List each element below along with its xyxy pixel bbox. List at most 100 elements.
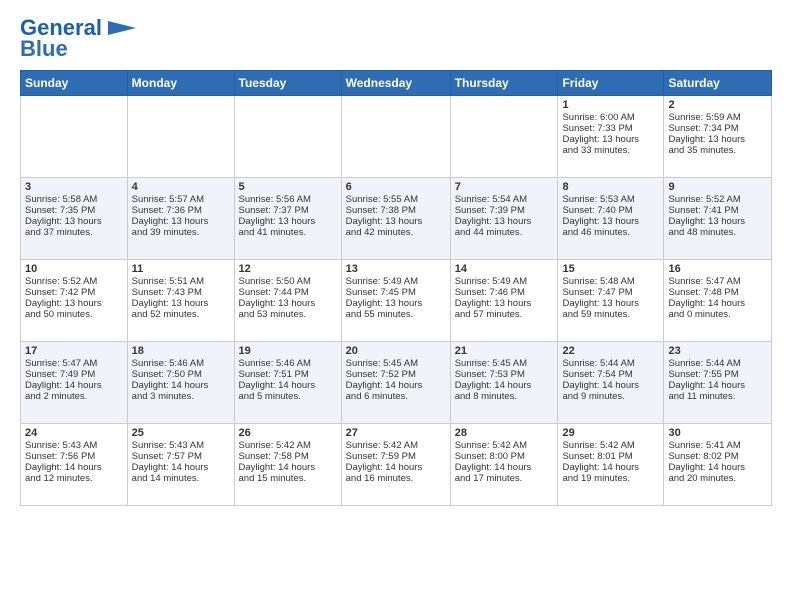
day-info: Sunrise: 5:51 AM [132,276,230,287]
day-info: Daylight: 14 hours [25,462,123,473]
day-number: 5 [239,181,337,193]
day-number: 19 [239,345,337,357]
day-info: Sunset: 7:59 PM [346,451,446,462]
day-info: Sunset: 7:55 PM [668,369,767,380]
day-info: Daylight: 13 hours [25,216,123,227]
day-info: Sunset: 8:02 PM [668,451,767,462]
day-info: Sunrise: 5:42 AM [346,440,446,451]
day-info: Sunrise: 5:45 AM [455,358,554,369]
day-info: Sunrise: 5:47 AM [668,276,767,287]
day-info: Daylight: 14 hours [25,380,123,391]
day-info: Sunrise: 5:50 AM [239,276,337,287]
calendar-cell-2-0: 10Sunrise: 5:52 AMSunset: 7:42 PMDayligh… [21,260,128,342]
day-info: and 15 minutes. [239,473,337,484]
day-number: 17 [25,345,123,357]
calendar-header-row: SundayMondayTuesdayWednesdayThursdayFrid… [21,71,772,96]
calendar-cell-3-2: 19Sunrise: 5:46 AMSunset: 7:51 PMDayligh… [234,342,341,424]
day-info: Sunset: 7:56 PM [25,451,123,462]
day-number: 7 [455,181,554,193]
calendar-week-4: 24Sunrise: 5:43 AMSunset: 7:56 PMDayligh… [21,424,772,506]
day-info: and 41 minutes. [239,227,337,238]
day-info: Sunset: 7:45 PM [346,287,446,298]
day-info: Sunrise: 5:53 AM [562,194,659,205]
day-number: 28 [455,427,554,439]
day-info: and 57 minutes. [455,309,554,320]
day-info: Daylight: 14 hours [562,462,659,473]
day-number: 9 [668,181,767,193]
day-info: and 19 minutes. [562,473,659,484]
day-number: 14 [455,263,554,275]
day-info: and 46 minutes. [562,227,659,238]
day-info: Daylight: 14 hours [239,462,337,473]
calendar-cell-0-2 [234,96,341,178]
page: General Blue SundayMondayTuesdayWednesda… [0,0,792,516]
day-info: Daylight: 13 hours [455,298,554,309]
calendar-week-2: 10Sunrise: 5:52 AMSunset: 7:42 PMDayligh… [21,260,772,342]
day-number: 22 [562,345,659,357]
day-info: Sunrise: 5:57 AM [132,194,230,205]
day-info: Sunset: 7:36 PM [132,205,230,216]
day-info: and 52 minutes. [132,309,230,320]
day-info: Daylight: 14 hours [668,298,767,309]
day-info: Daylight: 13 hours [562,134,659,145]
day-info: Sunset: 8:01 PM [562,451,659,462]
day-info: Sunrise: 5:49 AM [455,276,554,287]
day-info: Sunset: 7:53 PM [455,369,554,380]
calendar-cell-3-6: 23Sunrise: 5:44 AMSunset: 7:55 PMDayligh… [664,342,772,424]
calendar-cell-2-4: 14Sunrise: 5:49 AMSunset: 7:46 PMDayligh… [450,260,558,342]
day-info: and 20 minutes. [668,473,767,484]
day-number: 12 [239,263,337,275]
day-info: Sunset: 7:38 PM [346,205,446,216]
day-info: Sunset: 7:34 PM [668,123,767,134]
day-info: Daylight: 13 hours [132,298,230,309]
calendar-cell-1-6: 9Sunrise: 5:52 AMSunset: 7:41 PMDaylight… [664,178,772,260]
day-info: Sunset: 7:43 PM [132,287,230,298]
day-info: Sunrise: 5:59 AM [668,112,767,123]
day-info: Daylight: 13 hours [132,216,230,227]
calendar-cell-3-5: 22Sunrise: 5:44 AMSunset: 7:54 PMDayligh… [558,342,664,424]
calendar-cell-3-0: 17Sunrise: 5:47 AMSunset: 7:49 PMDayligh… [21,342,128,424]
day-info: and 16 minutes. [346,473,446,484]
calendar-header-tuesday: Tuesday [234,71,341,96]
day-info: Sunrise: 5:54 AM [455,194,554,205]
day-info: Sunset: 7:58 PM [239,451,337,462]
day-info: and 35 minutes. [668,145,767,156]
day-number: 11 [132,263,230,275]
day-number: 13 [346,263,446,275]
day-info: Daylight: 14 hours [346,380,446,391]
day-number: 3 [25,181,123,193]
day-number: 18 [132,345,230,357]
day-number: 24 [25,427,123,439]
day-info: Sunrise: 5:42 AM [562,440,659,451]
calendar-week-1: 3Sunrise: 5:58 AMSunset: 7:35 PMDaylight… [21,178,772,260]
day-info: Sunrise: 5:55 AM [346,194,446,205]
day-info: Sunset: 7:47 PM [562,287,659,298]
day-info: Sunrise: 6:00 AM [562,112,659,123]
day-info: and 33 minutes. [562,145,659,156]
day-info: Sunrise: 5:42 AM [239,440,337,451]
day-info: Daylight: 13 hours [668,134,767,145]
calendar-cell-2-5: 15Sunrise: 5:48 AMSunset: 7:47 PMDayligh… [558,260,664,342]
calendar-cell-1-1: 4Sunrise: 5:57 AMSunset: 7:36 PMDaylight… [127,178,234,260]
calendar-cell-4-3: 27Sunrise: 5:42 AMSunset: 7:59 PMDayligh… [341,424,450,506]
day-info: and 12 minutes. [25,473,123,484]
calendar-cell-1-5: 8Sunrise: 5:53 AMSunset: 7:40 PMDaylight… [558,178,664,260]
calendar-cell-4-2: 26Sunrise: 5:42 AMSunset: 7:58 PMDayligh… [234,424,341,506]
day-info: Sunset: 8:00 PM [455,451,554,462]
day-number: 30 [668,427,767,439]
day-number: 25 [132,427,230,439]
calendar-cell-0-6: 2Sunrise: 5:59 AMSunset: 7:34 PMDaylight… [664,96,772,178]
day-number: 4 [132,181,230,193]
day-info: Sunrise: 5:43 AM [132,440,230,451]
day-info: Sunrise: 5:52 AM [668,194,767,205]
day-number: 15 [562,263,659,275]
calendar-cell-0-5: 1Sunrise: 6:00 AMSunset: 7:33 PMDaylight… [558,96,664,178]
day-info: Sunrise: 5:56 AM [239,194,337,205]
day-info: Sunset: 7:35 PM [25,205,123,216]
calendar-cell-2-3: 13Sunrise: 5:49 AMSunset: 7:45 PMDayligh… [341,260,450,342]
day-info: Sunset: 7:48 PM [668,287,767,298]
day-number: 20 [346,345,446,357]
calendar-cell-4-6: 30Sunrise: 5:41 AMSunset: 8:02 PMDayligh… [664,424,772,506]
day-number: 27 [346,427,446,439]
day-info: Sunrise: 5:46 AM [239,358,337,369]
